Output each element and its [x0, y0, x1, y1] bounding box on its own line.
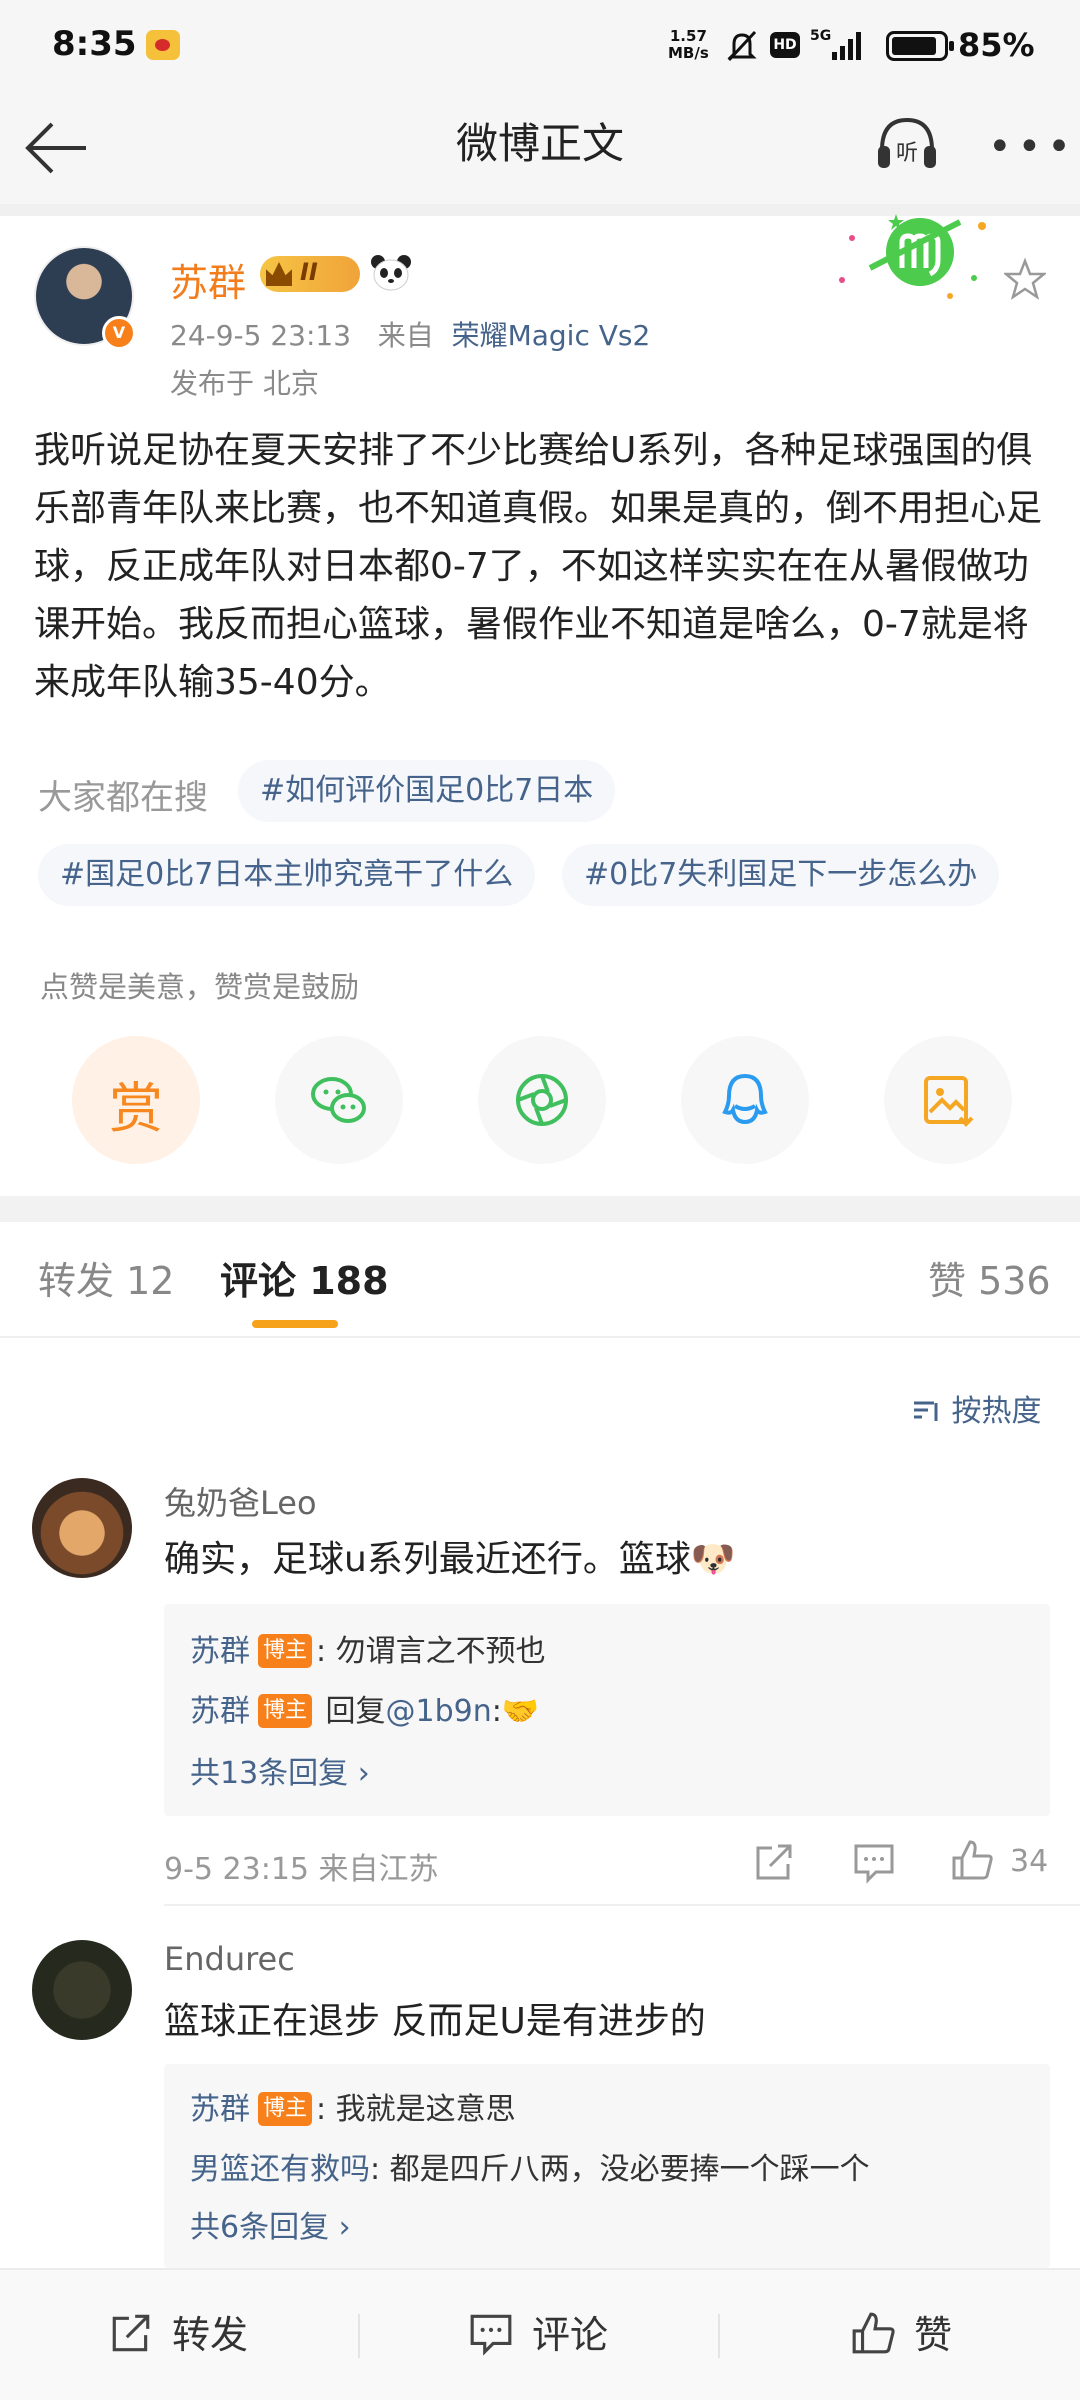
section-divider: [0, 1196, 1080, 1222]
tab-comments[interactable]: 评论 188: [220, 1250, 389, 1305]
comment-icon[interactable]: [852, 1840, 896, 1884]
tab-likes[interactable]: 赞 536: [928, 1250, 1051, 1305]
reply-text: : 我就是这意思: [316, 2092, 516, 2127]
vip-crown-badge[interactable]: II: [260, 256, 360, 292]
verified-badge-icon: V: [102, 316, 136, 350]
qq-penguin-icon: [722, 1073, 768, 1125]
comment-meta: 9-5 23:15 来自江苏: [164, 1852, 439, 1887]
chevron-right-icon: ›: [357, 1756, 370, 1791]
network-speed: 1.57 MB/s: [668, 27, 709, 62]
trending-search-label: 大家都在搜: [38, 778, 208, 818]
bottom-comment-button[interactable]: 评论: [468, 2304, 608, 2359]
trending-topic-pill[interactable]: #如何评价国足0比7日本: [238, 760, 616, 822]
favorite-star-icon[interactable]: [1004, 258, 1046, 300]
reply-item: 苏群 博主: 我就是这意思: [190, 2084, 516, 2128]
share-wechat-button[interactable]: [275, 1036, 403, 1164]
chevron-right-icon: ›: [338, 2210, 351, 2245]
bottom-action-bar: 转发 评论 赞: [0, 2268, 1080, 2400]
signal-5g-icon: 5G: [810, 28, 861, 60]
reply-thread[interactable]: 苏群 博主: 我就是这意思 男篮还有救吗: 都是四斤八两，没必要捧一个踩一个 共6…: [164, 2064, 1050, 2268]
post-body: 我听说足协在夏天安排了不少比赛给U系列，各种足球强国的俱乐部青年队来比赛，也不知…: [34, 430, 1043, 703]
reward-button[interactable]: 赏: [72, 1036, 200, 1164]
reply-mention[interactable]: @1b9n: [386, 1694, 492, 1729]
post-source-prefix: 来自: [377, 319, 434, 352]
bottom-divider: [718, 2314, 720, 2358]
bottom-divider: [358, 2314, 360, 2358]
nav-bar: 微博正文 听 •••: [0, 92, 1080, 204]
post-meta: 24-9-5 23:13 来自 荣耀Magic Vs2: [170, 314, 650, 354]
sort-icon: [914, 1401, 938, 1421]
status-time: 8:35: [52, 24, 137, 64]
post-device[interactable]: 荣耀Magic Vs2: [452, 319, 651, 352]
tab-repost[interactable]: 转发 12: [38, 1250, 174, 1305]
reply-author[interactable]: 苏群: [190, 1694, 250, 1729]
comment-text: 确实，足球u系列最近还行。篮球🐶: [164, 1539, 736, 1580]
reply-item: 苏群 博主 回复@1b9n:🤝: [190, 1686, 539, 1730]
reward-label: 赏: [109, 1077, 163, 1140]
comment-text: 篮球正在退步 反而足U是有进步的: [164, 2001, 706, 2042]
reply-item: 苏群 博主: 勿谓言之不预也: [190, 1626, 546, 1670]
bell-muted-icon: [727, 30, 757, 62]
weibo-notification-icon: [146, 30, 180, 60]
commenter-name[interactable]: 兔奶爸Leo: [164, 1478, 317, 1524]
reply-text: 回复: [316, 1694, 386, 1729]
battery-icon: [886, 31, 954, 61]
sort-by-hot-button[interactable]: 按热度: [912, 1386, 1042, 1430]
bottom-like-button[interactable]: 赞: [850, 2304, 952, 2359]
thumbs-up-icon[interactable]: [950, 1838, 994, 1882]
more-button[interactable]: •••: [988, 124, 1071, 170]
save-image-button[interactable]: [884, 1036, 1012, 1164]
virgo-zodiac-icon: [839, 214, 986, 299]
reply-suffix: :🤝: [491, 1694, 540, 1729]
author-name[interactable]: 苏群: [170, 252, 246, 307]
active-tab-indicator: [252, 1320, 338, 1328]
panda-icon: [371, 255, 411, 291]
commenter-avatar[interactable]: [32, 1940, 132, 2040]
reward-hint: 点赞是美意，赞赏是鼓励: [40, 970, 360, 1004]
view-more-replies[interactable]: 共13条回复 ›: [190, 1748, 370, 1792]
reply-author[interactable]: 男篮还有救吗: [190, 2152, 370, 2187]
reply-text: : 勿谓言之不预也: [316, 1634, 546, 1669]
comment-divider: [164, 1904, 1080, 1906]
svg-text:听: 听: [896, 141, 918, 166]
wechat-icon: [311, 1077, 366, 1123]
commenter-avatar[interactable]: [32, 1478, 132, 1578]
battery-level: 85%: [958, 26, 1035, 64]
trending-topic-pill[interactable]: #0比7失利国足下一步怎么办: [562, 844, 1000, 906]
share-moments-button[interactable]: [478, 1036, 606, 1164]
owner-badge: 博主: [258, 2092, 312, 2126]
reply-author[interactable]: 苏群: [190, 1634, 250, 1669]
reply-text: : 都是四斤八两，没必要捧一个踩一个: [370, 2152, 870, 2187]
view-more-replies[interactable]: 共6条回复 ›: [190, 2202, 351, 2246]
reply-item: 男篮还有救吗: 都是四斤八两，没必要捧一个踩一个: [190, 2144, 870, 2188]
tab-divider: [0, 1336, 1080, 1338]
hd-icon: HD: [770, 32, 800, 58]
trending-topic-pill[interactable]: #国足0比7日本主帅究竟干了什么: [38, 844, 536, 906]
commenter-name[interactable]: Endurec: [164, 1940, 295, 1978]
post-location: 发布于 北京: [170, 367, 319, 400]
repost-icon: [112, 2314, 150, 2352]
share-qq-button[interactable]: [681, 1036, 809, 1164]
like-count: 34: [1010, 1844, 1049, 1879]
sort-label: 按热度: [951, 1394, 1042, 1429]
reply-thread[interactable]: 苏群 博主: 勿谓言之不预也 苏群 博主 回复@1b9n:🤝 共13条回复 ›: [164, 1604, 1050, 1816]
owner-badge: 博主: [258, 1694, 312, 1728]
svg-text:5G: 5G: [810, 28, 831, 44]
comment-icon: [470, 2314, 512, 2356]
wechat-moments-icon: [516, 1074, 568, 1126]
reply-author[interactable]: 苏群: [190, 2092, 250, 2127]
listen-headphones-icon[interactable]: 听: [874, 110, 940, 176]
status-bar: 8:35 1.57 MB/s HD 5G 85%: [0, 0, 1080, 92]
thumbs-up-icon: [852, 2312, 895, 2354]
owner-badge: 博主: [258, 1634, 312, 1668]
bottom-repost-button[interactable]: 转发: [108, 2304, 248, 2359]
save-image-icon: [924, 1076, 974, 1127]
post-date: 24-9-5 23:13: [170, 319, 352, 352]
repost-icon[interactable]: [752, 1840, 796, 1884]
